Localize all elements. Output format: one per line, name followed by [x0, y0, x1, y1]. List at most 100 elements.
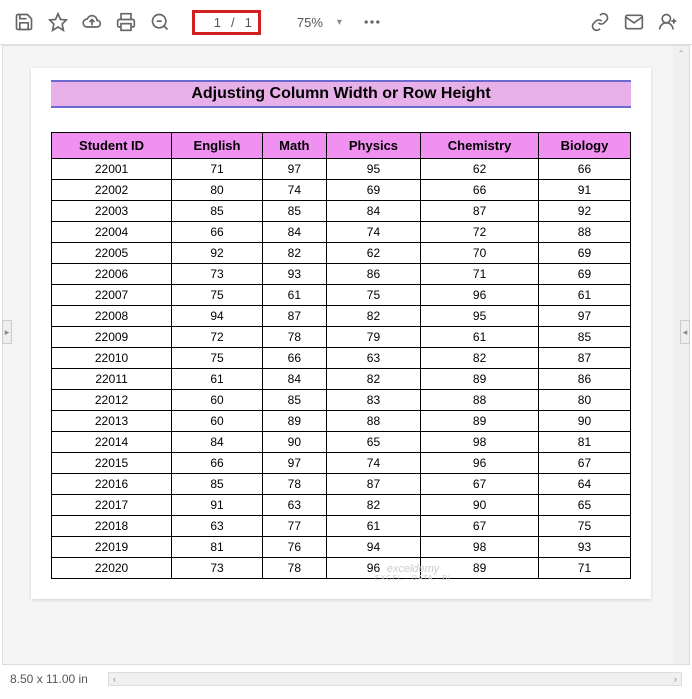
table-cell: 66: [538, 159, 630, 180]
star-icon[interactable]: [42, 6, 74, 38]
table-cell: 82: [326, 306, 420, 327]
table-cell: 75: [326, 285, 420, 306]
table-cell: 93: [538, 537, 630, 558]
page-indicator: / 1: [192, 10, 261, 35]
page-sep: /: [231, 15, 235, 30]
more-icon[interactable]: [356, 6, 388, 38]
table-cell: 98: [421, 537, 539, 558]
table-row: 220168578876764: [52, 474, 631, 495]
page-title: Adjusting Column Width or Row Height: [51, 80, 631, 108]
table-cell: 78: [262, 558, 326, 579]
table-cell: 61: [262, 285, 326, 306]
table-cell: 22012: [52, 390, 172, 411]
table-cell: 22002: [52, 180, 172, 201]
table-cell: 97: [262, 159, 326, 180]
table-cell: 61: [172, 369, 263, 390]
table-cell: 89: [262, 411, 326, 432]
table-cell: 92: [172, 243, 263, 264]
table-row: 220107566638287: [52, 348, 631, 369]
table-cell: 78: [262, 474, 326, 495]
vertical-scrollbar[interactable]: ˆ: [673, 46, 689, 664]
cloud-upload-icon[interactable]: [76, 6, 108, 38]
table-cell: 92: [538, 201, 630, 222]
table-cell: 74: [326, 453, 420, 474]
table-cell: 89: [421, 369, 539, 390]
table-cell: 22011: [52, 369, 172, 390]
user-add-icon[interactable]: [652, 6, 684, 38]
column-header: Physics: [326, 133, 420, 159]
table-cell: 22016: [52, 474, 172, 495]
table-cell: 79: [326, 327, 420, 348]
table-row: 220126085838880: [52, 390, 631, 411]
table-cell: 22019: [52, 537, 172, 558]
table-cell: 73: [172, 264, 263, 285]
table-cell: 22003: [52, 201, 172, 222]
left-panel-toggle[interactable]: ▸: [2, 320, 12, 344]
table-row: 220186377616775: [52, 516, 631, 537]
table-cell: 81: [538, 432, 630, 453]
table-cell: 69: [326, 180, 420, 201]
mail-icon[interactable]: [618, 6, 650, 38]
table-cell: 22018: [52, 516, 172, 537]
table-cell: 94: [172, 306, 263, 327]
table-cell: 88: [326, 411, 420, 432]
table-cell: 80: [172, 180, 263, 201]
table-cell: 91: [172, 495, 263, 516]
table-cell: 89: [421, 411, 539, 432]
column-header: English: [172, 133, 263, 159]
zoom-out-icon[interactable]: [144, 6, 176, 38]
table-cell: 88: [538, 222, 630, 243]
page-current-input[interactable]: [201, 15, 221, 30]
table-cell: 94: [326, 537, 420, 558]
table-row: 220179163829065: [52, 495, 631, 516]
table-row: 220116184828986: [52, 369, 631, 390]
chevron-down-icon[interactable]: ▾: [337, 17, 342, 28]
table-cell: 66: [262, 348, 326, 369]
table-cell: 22009: [52, 327, 172, 348]
table-cell: 81: [172, 537, 263, 558]
table-cell: 95: [326, 159, 420, 180]
table-cell: 67: [421, 474, 539, 495]
table-cell: 22010: [52, 348, 172, 369]
table-cell: 90: [262, 432, 326, 453]
table-cell: 61: [538, 285, 630, 306]
status-bar: 8.50 x 11.00 in ‹›: [0, 665, 692, 693]
data-table: Student IDEnglishMathPhysicsChemistryBio…: [51, 132, 631, 579]
table-cell: 96: [421, 453, 539, 474]
table-cell: 66: [172, 453, 263, 474]
column-header: Chemistry: [421, 133, 539, 159]
table-cell: 82: [421, 348, 539, 369]
toolbar: / 1 75% ▾: [0, 0, 692, 45]
table-cell: 91: [538, 180, 630, 201]
table-row: 220017197956266: [52, 159, 631, 180]
table-cell: 22013: [52, 411, 172, 432]
table-cell: 82: [262, 243, 326, 264]
table-cell: 64: [538, 474, 630, 495]
table-cell: 66: [172, 222, 263, 243]
table-cell: 82: [326, 369, 420, 390]
table-cell: 65: [326, 432, 420, 453]
table-cell: 22020: [52, 558, 172, 579]
zoom-level[interactable]: 75%: [297, 15, 323, 30]
table-row: 220028074696691: [52, 180, 631, 201]
table-row: 220046684747288: [52, 222, 631, 243]
table-cell: 67: [538, 453, 630, 474]
table-cell: 87: [262, 306, 326, 327]
print-icon[interactable]: [110, 6, 142, 38]
table-cell: 60: [172, 411, 263, 432]
link-icon[interactable]: [584, 6, 616, 38]
table-cell: 85: [172, 474, 263, 495]
table-cell: 62: [326, 243, 420, 264]
table-cell: 97: [262, 453, 326, 474]
horizontal-scrollbar[interactable]: ‹›: [108, 672, 682, 686]
table-cell: 72: [172, 327, 263, 348]
table-row: 220156697749667: [52, 453, 631, 474]
column-header: Math: [262, 133, 326, 159]
table-cell: 75: [538, 516, 630, 537]
table-cell: 86: [326, 264, 420, 285]
table-row: 220077561759661: [52, 285, 631, 306]
table-cell: 85: [538, 327, 630, 348]
save-icon[interactable]: [8, 6, 40, 38]
table-cell: 75: [172, 285, 263, 306]
right-panel-toggle[interactable]: ◂: [680, 320, 690, 344]
